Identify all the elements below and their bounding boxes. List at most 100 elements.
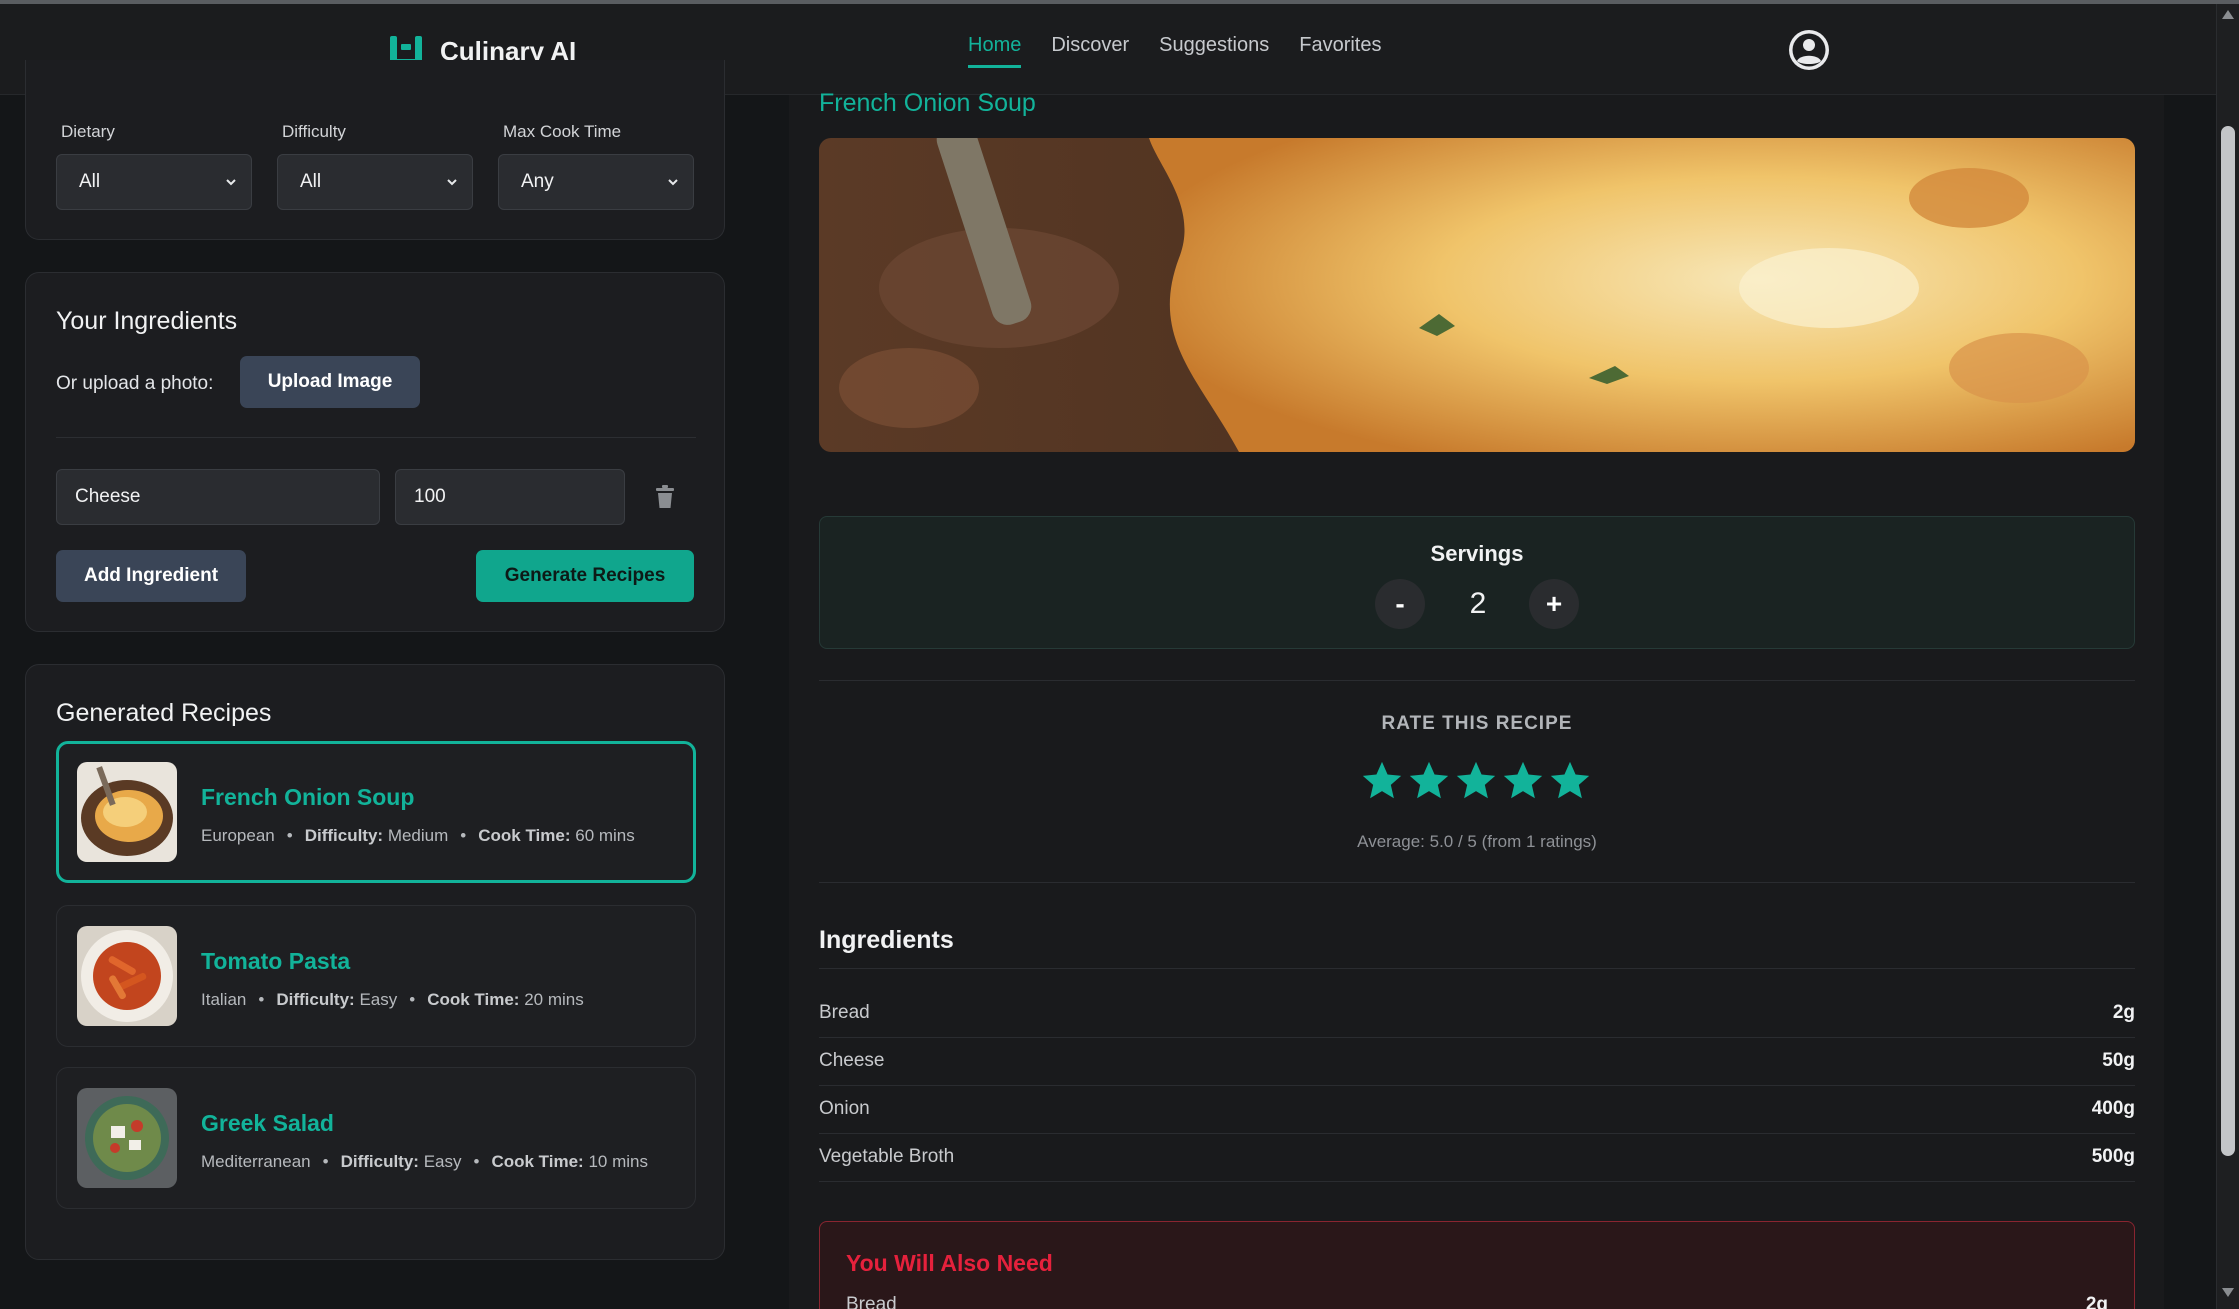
servings-control: Servings - 2 + xyxy=(819,516,2135,649)
also-need-box: You Will Also Need Bread 2g xyxy=(819,1221,2135,1309)
ingredient-name: Onion xyxy=(819,1098,870,1119)
scroll-thumb[interactable] xyxy=(2221,126,2235,1156)
generate-recipes-button[interactable]: Generate Recipes xyxy=(476,550,694,602)
ingredient-name: Vegetable Broth xyxy=(819,1146,955,1167)
recipe-meta: Mediterranean • Difficulty: Easy • Cook Time… xyxy=(201,1152,648,1171)
generated-recipes-panel: Generated Recipes French Onion Soup Euro… xyxy=(25,664,725,1260)
main-nav: Home Discover Suggestions Favorites xyxy=(968,34,1411,68)
recipe-card-tomato-pasta[interactable]: Tomato Pasta Italian • Difficulty: Easy • Co… xyxy=(56,905,696,1047)
ingredient-name: Bread xyxy=(819,1002,870,1023)
dietary-filter: Dietary All xyxy=(56,122,252,210)
rate-recipe-title: RATE THIS RECIPE xyxy=(1381,713,1573,734)
difficulty-label: Difficulty xyxy=(282,122,346,141)
max-cook-time-select[interactable]: Any xyxy=(498,154,694,210)
recipe-name: Tomato Pasta xyxy=(201,948,351,974)
recipe-card-greek-salad[interactable]: Greek Salad Mediterranean • Difficulty: Ea… xyxy=(56,1067,696,1209)
divider xyxy=(56,437,696,438)
chevron-down-icon xyxy=(447,179,457,186)
ingredient-row: Vegetable Broth 500g xyxy=(819,1134,2135,1182)
page-scrollbar[interactable] xyxy=(2216,4,2239,1309)
servings-label: Servings xyxy=(1430,541,1524,566)
nav-discover[interactable]: Discover xyxy=(1051,34,1129,68)
ingredient-row: Cheese 50g xyxy=(819,1038,2135,1086)
divider xyxy=(819,882,2135,883)
difficulty-select[interactable]: All xyxy=(277,154,473,210)
ingredient-row: Bread 2g xyxy=(819,990,2135,1038)
upload-label: Or upload a photo: xyxy=(56,373,214,394)
difficulty-filter: Difficulty All xyxy=(277,122,473,210)
also-need-item-name: Bread xyxy=(846,1294,897,1309)
ingredients-panel: Your Ingredients Or upload a photo: Uplo… xyxy=(25,272,725,632)
dietary-select[interactable]: All xyxy=(56,154,252,210)
servings-value: 2 xyxy=(1469,587,1487,620)
recipe-detail-title: French Onion Soup xyxy=(819,89,1036,117)
star-icon[interactable] xyxy=(1547,758,1593,804)
ingredient-quantity: 2g xyxy=(2112,1002,2135,1023)
dietary-label: Dietary xyxy=(61,122,115,141)
increase-servings-button[interactable]: + xyxy=(1529,579,1579,629)
recipe-card-french-onion-soup[interactable]: French Onion Soup European • Difficulty: M… xyxy=(56,741,696,883)
recipe-thumbnail xyxy=(77,1088,177,1188)
recipe-hero-image xyxy=(819,138,2135,452)
nav-favorites[interactable]: Favorites xyxy=(1299,34,1381,68)
recipe-name: French Onion Soup xyxy=(201,784,415,810)
rating-average: Average: 5.0 / 5 (from 1 ratings) xyxy=(1357,832,1597,851)
ingredient-row: Onion 400g xyxy=(819,1086,2135,1134)
dietary-value: All xyxy=(79,171,101,192)
nav-home[interactable]: Home xyxy=(968,34,1022,68)
recipe-cuisine: Italian xyxy=(201,990,247,1009)
ingredient-quantity-input[interactable]: 100 xyxy=(395,469,625,525)
ingredient-quantity: 500g xyxy=(2091,1146,2135,1167)
cook-time-key: Cook Time: xyxy=(427,990,520,1009)
also-need-title: You Will Also Need xyxy=(846,1250,1053,1276)
nav-suggestions[interactable]: Suggestions xyxy=(1159,34,1269,68)
ingredients-panel-title: Your Ingredients xyxy=(56,307,238,335)
recipe-meta: European • Difficulty: Medium • Cook Time: 6… xyxy=(201,826,635,845)
cook-time-key: Cook Time: xyxy=(478,826,571,845)
trash-icon[interactable] xyxy=(654,485,676,509)
rating-stars xyxy=(1359,758,1594,804)
star-icon[interactable] xyxy=(1406,758,1452,804)
scroll-up-arrow-icon[interactable] xyxy=(2222,10,2234,19)
recipe-name: Greek Salad xyxy=(201,1110,334,1136)
recipe-cook-time: 60 mins xyxy=(575,826,635,845)
recipe-thumbnail xyxy=(77,762,177,862)
user-avatar-icon[interactable] xyxy=(1788,29,1830,71)
recipe-meta: Italian • Difficulty: Easy • Cook Time: 20 m… xyxy=(201,990,584,1009)
max-cook-time-value: Any xyxy=(521,171,554,192)
recipe-cuisine: Mediterranean xyxy=(201,1152,311,1171)
recipe-difficulty: Medium xyxy=(387,826,449,845)
scroll-down-arrow-icon[interactable] xyxy=(2222,1288,2234,1297)
add-ingredient-button[interactable]: Add Ingredient xyxy=(56,550,246,602)
difficulty-key: Difficulty: xyxy=(340,1152,419,1171)
difficulty-key: Difficulty: xyxy=(276,990,355,1009)
filters-panel: Dietary All Difficulty All Max Cook Time… xyxy=(25,60,725,240)
recipe-cook-time: 10 mins xyxy=(588,1152,648,1171)
upload-image-button[interactable]: Upload Image xyxy=(240,356,420,408)
divider xyxy=(819,968,2135,969)
decrease-servings-button[interactable]: - xyxy=(1375,579,1425,629)
ingredients-section-title: Ingredients xyxy=(819,926,954,954)
also-need-item-quantity: 2g xyxy=(2085,1294,2108,1309)
ingredient-quantity: 400g xyxy=(2091,1098,2135,1119)
recipe-difficulty: Easy xyxy=(423,1152,462,1171)
chevron-down-icon xyxy=(668,179,678,186)
max-cook-time-filter: Max Cook Time Any xyxy=(498,122,694,210)
chevron-down-icon xyxy=(226,179,236,186)
recipe-difficulty: Easy xyxy=(359,990,398,1009)
star-icon[interactable] xyxy=(1453,758,1499,804)
recipe-thumbnail xyxy=(77,926,177,1026)
ingredient-quantity: 50g xyxy=(2102,1050,2135,1071)
star-icon[interactable] xyxy=(1359,758,1405,804)
recipe-cook-time: 20 mins xyxy=(524,990,584,1009)
difficulty-value: All xyxy=(300,171,322,192)
divider xyxy=(819,680,2135,681)
generated-recipes-title: Generated Recipes xyxy=(56,699,272,727)
max-cook-time-label: Max Cook Time xyxy=(503,122,622,141)
difficulty-key: Difficulty: xyxy=(304,826,384,845)
cook-time-key: Cook Time: xyxy=(491,1152,584,1171)
ingredient-name-input[interactable]: Cheese xyxy=(56,469,380,525)
recipe-cuisine: European xyxy=(201,826,275,845)
ingredient-name: Cheese xyxy=(819,1050,885,1071)
star-icon[interactable] xyxy=(1500,758,1546,804)
